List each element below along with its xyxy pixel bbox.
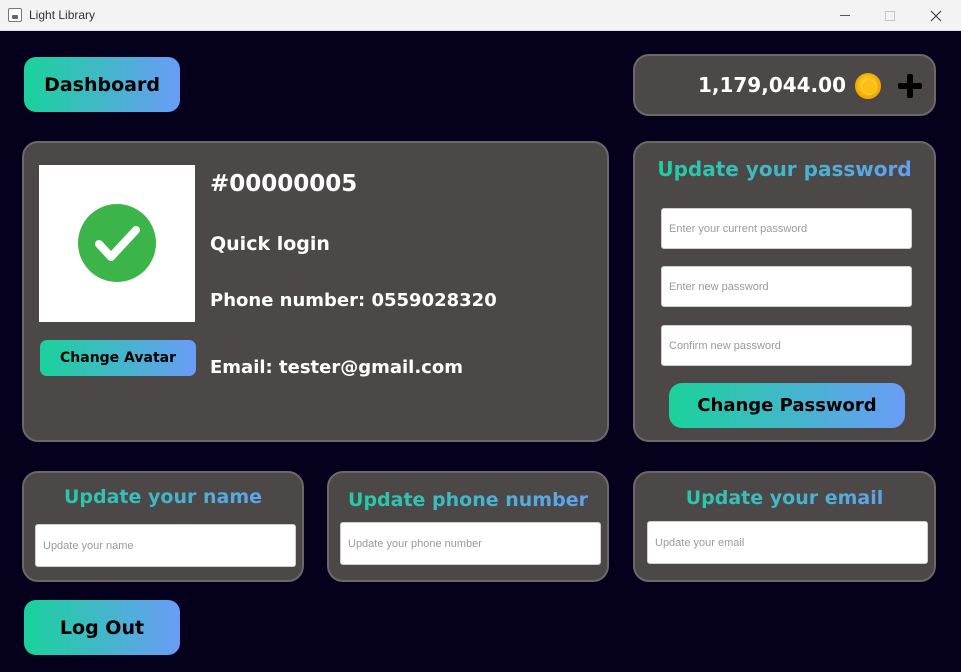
current-password-input[interactable]: Enter your current password	[661, 208, 912, 249]
minimize-icon	[840, 15, 850, 16]
user-name: Quick login	[210, 233, 330, 255]
change-avatar-button[interactable]: Change Avatar	[40, 340, 196, 376]
window-titlebar: Light Library	[0, 0, 961, 31]
maximize-icon	[885, 10, 895, 21]
avatar	[39, 165, 195, 322]
balance-panel: 1,179,044.00	[633, 54, 936, 116]
update-phone-panel: Update phone number Update your phone nu…	[327, 471, 609, 582]
name-input[interactable]: Update your name	[35, 524, 296, 567]
user-phone: Phone number: 0559028320	[210, 290, 497, 311]
new-password-input[interactable]: Enter new password	[661, 266, 912, 307]
user-email: Email: tester@gmail.com	[210, 357, 463, 378]
change-password-button[interactable]: Change Password	[669, 383, 905, 428]
password-panel-title: Update your password	[635, 157, 934, 181]
phone-input[interactable]: Update your phone number	[340, 522, 601, 565]
update-name-title: Update your name	[24, 486, 302, 508]
update-email-panel: Update your email Update your email	[633, 471, 936, 582]
maximize-button[interactable]	[867, 0, 913, 31]
logout-button[interactable]: Log Out	[24, 600, 180, 655]
update-phone-title: Update phone number	[329, 489, 607, 511]
email-input[interactable]: Update your email	[647, 521, 928, 564]
check-icon	[78, 204, 156, 282]
window-title: Light Library	[29, 8, 96, 22]
balance-amount: 1,179,044.00	[697, 73, 846, 97]
minimize-button[interactable]	[822, 0, 868, 31]
user-id: #00000005	[210, 171, 358, 197]
profile-panel: Change Avatar #00000005 Quick login Phon…	[22, 141, 609, 442]
dashboard-button[interactable]: Dashboard	[24, 57, 180, 112]
update-name-panel: Update your name Update your name	[22, 471, 304, 582]
update-email-title: Update your email	[635, 487, 934, 509]
close-icon	[930, 10, 942, 21]
add-coins-icon[interactable]	[898, 74, 922, 98]
app-icon	[8, 8, 22, 22]
confirm-password-input[interactable]: Confirm new password	[661, 325, 912, 366]
password-panel: Update your password Enter your current …	[633, 141, 936, 442]
close-button[interactable]	[913, 0, 959, 31]
coin-icon	[855, 73, 881, 99]
